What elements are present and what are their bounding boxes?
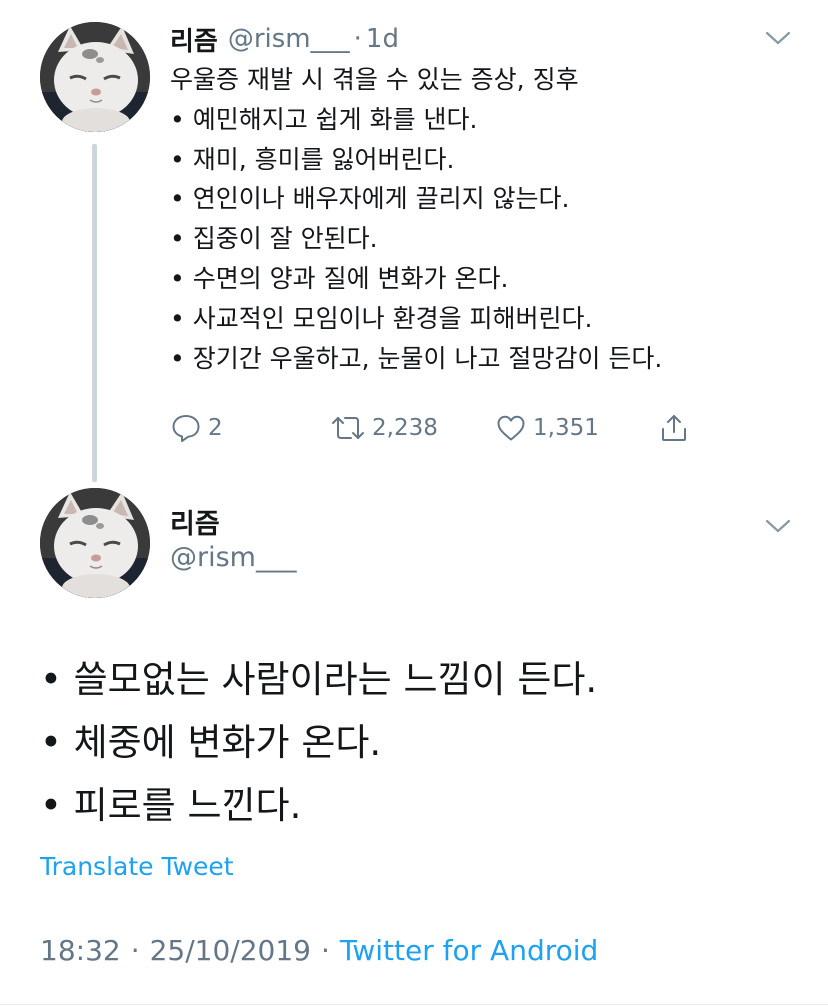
kitten-avatar-image [40, 22, 150, 132]
separator-dot: · [130, 934, 140, 967]
tweet-actions: 2 2,238 1,351 [170, 408, 730, 448]
avatar[interactable] [40, 22, 150, 132]
tweet-text-line: • 장기간 우울하고, 눈물이 나고 절망감이 든다. [170, 343, 663, 373]
share-button[interactable] [658, 408, 690, 448]
tweet-text-line: • 재미, 흥미를 잃어버린다. [170, 144, 455, 174]
tweet-time: 18:32 [40, 934, 121, 967]
share-icon [662, 415, 686, 441]
tweet-text: • 쓸모없는 사람이라는 느낌이 든다. • 체중에 변화가 온다. • 피로를… [40, 648, 800, 837]
reply-icon [172, 415, 200, 442]
heart-icon [497, 415, 525, 441]
retweet-icon [332, 417, 364, 439]
retweet-count: 2,238 [372, 415, 438, 441]
tweet-text-line: 우울증 재발 시 겪을 수 있는 증상, 징후 [170, 65, 579, 94]
display-name[interactable]: 리즘 [170, 21, 218, 58]
kitten-avatar-image [40, 488, 150, 598]
avatar[interactable] [40, 488, 150, 598]
divider [0, 1004, 828, 1005]
like-count: 1,351 [533, 415, 599, 441]
tweet-text-line: • 수면의 양과 질에 변화가 온다. [170, 263, 509, 293]
tweet-meta: 18:32 · 25/10/2019 · Twitter for Android [40, 934, 598, 967]
reply-button[interactable]: 2 [170, 408, 223, 448]
display-name[interactable]: 리즘 [170, 502, 220, 541]
tweet-header: 리즘 @rism___ · 1d [170, 20, 399, 58]
like-button[interactable]: 1,351 [495, 408, 599, 448]
tweet-text-line: • 피로를 느낀다. [40, 784, 302, 827]
tweet-text-line: • 쓸모없는 사람이라는 느낌이 든다. [40, 658, 598, 701]
chevron-down-icon[interactable] [764, 516, 792, 536]
translate-tweet-link[interactable]: Translate Tweet [40, 852, 234, 881]
retweet-button[interactable]: 2,238 [330, 408, 438, 448]
tweet-source-link[interactable]: Twitter for Android [340, 934, 598, 967]
chevron-down-icon[interactable] [764, 28, 792, 48]
reply-count: 2 [208, 415, 223, 441]
user-handle[interactable]: @rism___ [228, 24, 350, 54]
tweet-text-line: • 집중이 잘 안된다. [170, 224, 378, 254]
thread-connector-line [92, 144, 97, 482]
tweet-timestamp[interactable]: 1d [366, 24, 399, 54]
tweet-date: 25/10/2019 [149, 934, 311, 967]
tweet-text: 우울증 재발 시 겪을 수 있는 증상, 징후 • 예민해지고 쉽게 화를 낸다… [170, 60, 790, 378]
tweet-text-line: • 연인이나 배우자에게 끌리지 않는다. [170, 184, 570, 214]
user-handle[interactable]: @rism___ [170, 542, 296, 573]
tweet-text-line: • 체중에 변화가 온다. [40, 721, 382, 764]
tweet-text-line: • 사교적인 모임이나 환경을 피해버린다. [170, 303, 593, 333]
tweet-text-line: • 예민해지고 쉽게 화를 낸다. [170, 104, 478, 134]
separator-dot: · [321, 934, 330, 967]
separator-dot: · [353, 24, 362, 54]
